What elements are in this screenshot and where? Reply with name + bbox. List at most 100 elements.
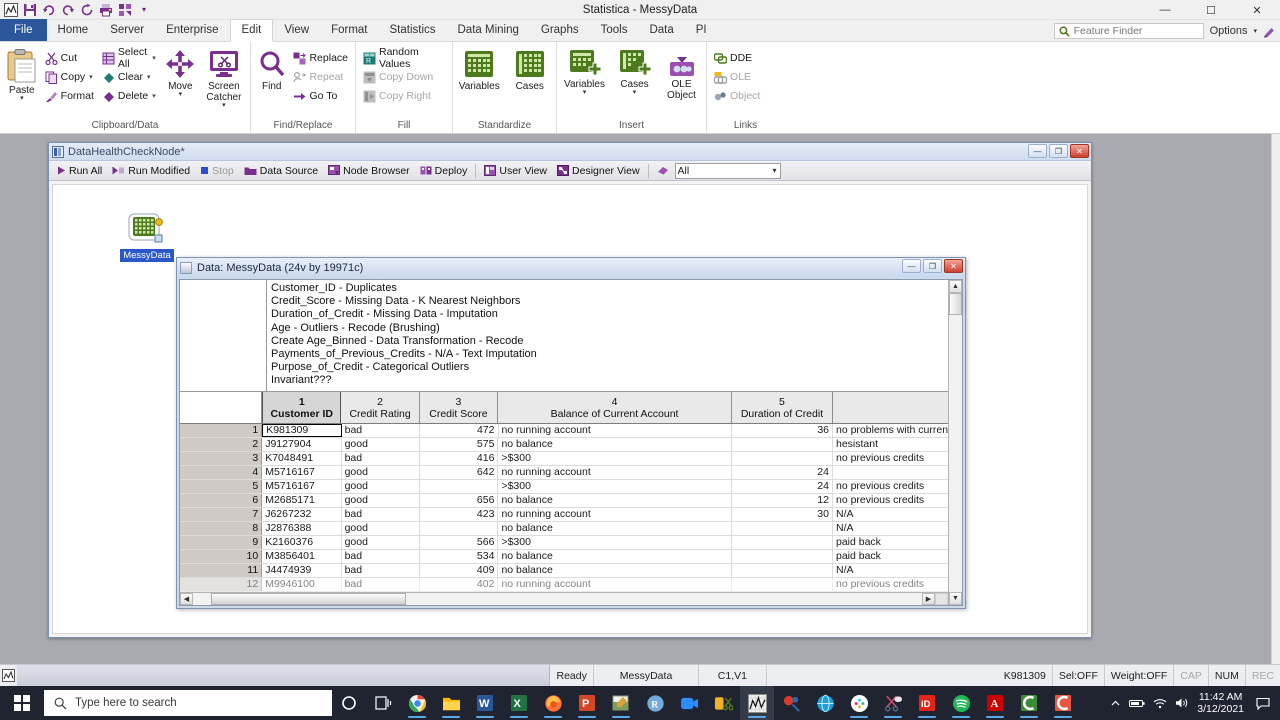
column-header-4[interactable]: 4 Balance of Current Account — [498, 392, 732, 423]
camtasia-editor-icon[interactable] — [1046, 686, 1080, 720]
cell-credit-rating[interactable]: bad — [342, 564, 421, 577]
snagit-icon[interactable] — [706, 686, 740, 720]
chrome-icon[interactable] — [400, 686, 434, 720]
spotify-icon[interactable] — [944, 686, 978, 720]
customize-caret-icon[interactable]: ▾ — [136, 2, 152, 18]
cell-duration[interactable]: 36 — [732, 424, 833, 437]
canvas-node-messydata[interactable]: MessyData — [118, 213, 176, 262]
screen-catcher-button[interactable]: Screen Catcher ▾ — [202, 47, 246, 109]
node-close-button[interactable]: ✕ — [1070, 144, 1089, 158]
scroll-down-arrow[interactable]: ▼ — [949, 592, 962, 605]
ribbon-tab-tools[interactable]: Tools — [590, 20, 639, 41]
view-filter-select[interactable]: All ▾ — [674, 162, 781, 179]
cell-balance[interactable]: no balance — [498, 438, 732, 451]
table-row[interactable]: 12 M9946100 bad 402 no running account n… — [180, 578, 948, 592]
cell-credit-score[interactable] — [420, 480, 499, 493]
cell-credit-score[interactable]: 642 — [420, 466, 499, 479]
cell-credit-score[interactable]: 416 — [420, 452, 499, 465]
node-window-titlebar[interactable]: DataHealthCheckNode* — ❐ ✕ — [49, 143, 1091, 161]
cell-credit-rating[interactable]: good — [342, 466, 421, 479]
clear-button[interactable]: Clear ▾ — [99, 68, 159, 86]
slack-icon[interactable] — [842, 686, 876, 720]
vertical-scrollbar[interactable]: ▲ ▼ — [948, 280, 962, 605]
minimize-button[interactable]: — — [1142, 0, 1188, 20]
publish-icon[interactable] — [117, 2, 133, 18]
excel-icon[interactable]: X — [502, 686, 536, 720]
cell-customer-id[interactable]: M5716167 — [262, 480, 342, 493]
cell-duration[interactable]: 24 — [732, 480, 833, 493]
data-maximize-button[interactable]: ❐ — [923, 259, 942, 273]
run-all-button[interactable]: Run All — [52, 164, 107, 178]
cell-customer-id[interactable]: J4474939 — [262, 564, 342, 577]
ribbon-tab-view[interactable]: View — [273, 20, 320, 41]
user-view-button[interactable]: User View — [479, 164, 552, 178]
table-row[interactable]: 1 K981309 bad 472 no running account 36 … — [180, 424, 948, 438]
chevron-down-icon[interactable]: ▾ — [89, 73, 93, 81]
scroll-right-arrow[interactable]: ▶ — [922, 593, 935, 605]
standardize-cases-button[interactable]: Cases — [508, 47, 553, 92]
cortana-icon[interactable] — [332, 686, 366, 720]
chevron-down-icon[interactable]: ▾ — [147, 73, 151, 81]
replace-button[interactable]: Replace — [290, 49, 351, 67]
table-row[interactable]: 8 J2876388 good no balance N/A — [180, 522, 948, 536]
zoom-icon[interactable] — [672, 686, 706, 720]
cell-duration[interactable] — [732, 438, 833, 451]
copy-button[interactable]: Copy ▾ — [42, 68, 97, 86]
data-close-button[interactable]: ✕ — [944, 259, 963, 273]
maximize-button[interactable]: ☐ — [1188, 0, 1234, 20]
cell-duration[interactable] — [732, 578, 833, 591]
close-button[interactable]: ✕ — [1234, 0, 1280, 20]
vscroll-thumb[interactable] — [949, 293, 962, 315]
chevron-up-icon[interactable] — [1110, 698, 1121, 709]
column-header-1[interactable]: 1 Customer ID — [262, 392, 342, 423]
cell-credit-score[interactable]: 575 — [420, 438, 499, 451]
cell-credit-score[interactable]: 402 — [420, 578, 499, 591]
cell-customer-id[interactable]: M2685171 — [262, 494, 342, 507]
chevron-down-icon[interactable]: ▾ — [583, 89, 587, 96]
cell-credit-rating[interactable]: bad — [342, 578, 421, 591]
cell-balance[interactable]: >$300 — [498, 480, 732, 493]
word-icon[interactable]: W — [468, 686, 502, 720]
globe-icon[interactable] — [808, 686, 842, 720]
ribbon-tab-home[interactable]: Home — [47, 20, 100, 41]
cut-button[interactable]: Cut — [42, 49, 97, 67]
spreadsheet-grid[interactable]: Customer_ID - Duplicates Credit_Score - … — [179, 279, 963, 606]
chevron-down-icon[interactable]: ▾ — [773, 166, 777, 175]
chevron-down-icon[interactable]: ▾ — [179, 91, 183, 98]
id-icon[interactable]: iD — [910, 686, 944, 720]
ribbon-tab-format[interactable]: Format — [320, 20, 378, 41]
table-row[interactable]: 5 M5716167 good >$300 24 no previous cre… — [180, 480, 948, 494]
ole-object-button[interactable]: OLE Object — [662, 47, 702, 101]
task-view-icon[interactable] — [366, 686, 400, 720]
insert-variables-button[interactable]: Variables ▾ — [562, 47, 608, 96]
cell-credit-score[interactable]: 566 — [420, 536, 499, 549]
camtasia-icon[interactable] — [1012, 686, 1046, 720]
cell-customer-id[interactable]: K7048491 — [262, 452, 342, 465]
ribbon-tab-graphs[interactable]: Graphs — [530, 20, 590, 41]
hscroll-track[interactable] — [193, 593, 922, 605]
cell-credit-score[interactable]: 423 — [420, 508, 499, 521]
snipping-tool-icon[interactable] — [876, 686, 910, 720]
designer-view-button[interactable]: Designer View — [552, 164, 645, 178]
table-row[interactable]: 3 K7048491 bad 416 >$300 no previous cre… — [180, 452, 948, 466]
column-header-2[interactable]: 2 Credit Rating — [341, 392, 420, 423]
cell-payments[interactable]: N/A — [833, 564, 948, 577]
node-browser-button[interactable]: Node Browser — [323, 164, 415, 178]
node-canvas[interactable]: MessyData Data: MessyData (24v by 19971c… — [52, 184, 1088, 634]
paste-button[interactable]: Paste ▾ — [4, 47, 40, 102]
move-button[interactable]: Move ▾ — [161, 47, 200, 98]
table-row[interactable]: 9 K2160376 good 566 >$300 paid back — [180, 536, 948, 550]
column-header-5[interactable]: 5 Duration of Credit — [732, 392, 833, 423]
notification-icon[interactable] — [1252, 697, 1274, 710]
cell-payments[interactable]: paid back — [833, 550, 948, 563]
hscroll-thumb[interactable] — [211, 593, 406, 605]
table-row[interactable]: 11 J4474939 bad 409 no balance N/A — [180, 564, 948, 578]
cell-payments[interactable]: no previous credits — [833, 494, 948, 507]
cell-credit-score[interactable]: 472 — [420, 424, 499, 437]
ribbon-tab-edit[interactable]: Edit — [229, 19, 274, 42]
table-row[interactable]: 6 M2685171 good 656 no balance 12 no pre… — [180, 494, 948, 508]
cell-payments[interactable]: no previous credits — [833, 452, 948, 465]
powerpoint-icon[interactable]: P — [570, 686, 604, 720]
r-studio-icon[interactable]: R — [638, 686, 672, 720]
chevron-down-icon[interactable]: ▾ — [20, 95, 24, 102]
